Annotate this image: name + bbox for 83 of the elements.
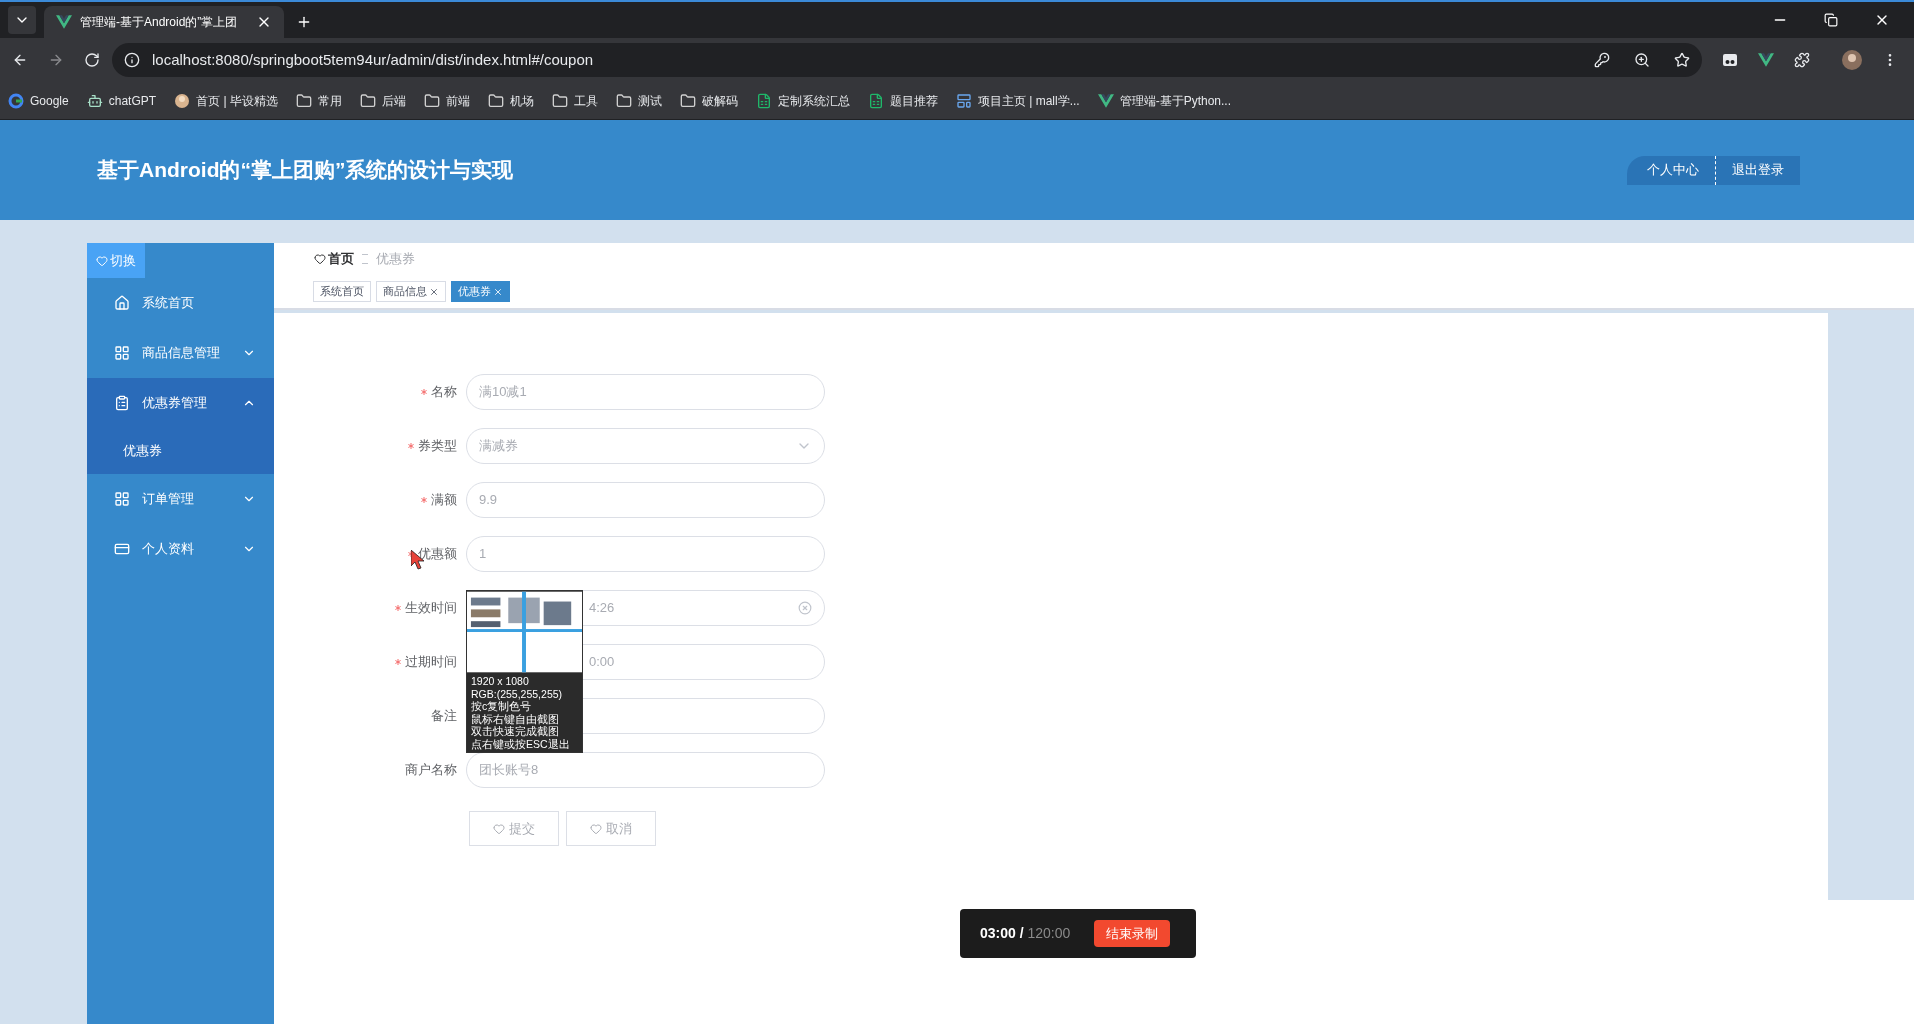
restore-icon[interactable] [1824,13,1838,27]
vue-logo-icon [1758,52,1774,68]
field-label: 券类型 [418,437,457,456]
stop-recording-button[interactable]: 结束录制 [1094,920,1171,947]
heart-icon [314,253,326,265]
bookmark[interactable]: Google [8,91,69,110]
site-info-icon[interactable] [124,52,140,68]
header-button[interactable]: 个人中心 [1627,155,1715,185]
spreadsheet-icon [867,92,884,109]
zoom-icon[interactable] [1634,52,1650,68]
folder-icon [487,92,504,109]
bookmark[interactable]: 测试 [615,91,662,110]
clipboard-icon [114,395,130,411]
grid-icon [114,491,130,507]
sidebar-item[interactable]: 商品信息管理 [87,328,274,378]
folder-icon [295,92,312,109]
field-label: 商户名称 [405,761,457,780]
bookmark[interactable]: 管理端-基于Python... [1097,91,1231,110]
field-label: 名称 [431,383,457,402]
field-label: 满额 [431,491,457,510]
sidebar-item[interactable]: 个人资料 [87,524,274,574]
reload-icon[interactable] [84,52,100,68]
key-icon[interactable] [1594,52,1610,68]
google-icon [8,92,24,109]
breadcrumb-item[interactable]: 首页 [314,249,354,269]
grid-icon [114,345,130,361]
heart-icon [96,254,108,267]
bookmark[interactable]: 破解码 [679,91,738,110]
tool-hint: 双击快速完成截图 [471,725,560,738]
sidebar-item[interactable]: 优惠券管理 [87,378,274,428]
page-tab[interactable]: 系统首页 [313,281,371,302]
page-tab[interactable]: 优惠券 [451,281,510,302]
tool-hint: RGB:(255,255,255) [471,687,564,700]
bot-icon [86,92,103,109]
avatar-icon[interactable] [1842,50,1862,70]
folder-icon [551,92,568,109]
spreadsheet-icon [755,92,772,109]
sidebar-item[interactable]: 订单管理 [87,474,274,524]
star-icon[interactable] [1674,52,1690,68]
tab-list-button[interactable] [8,6,36,34]
folder-icon [423,92,440,109]
back-icon[interactable] [12,52,28,68]
page-tab[interactable]: 商品信息 [376,281,446,302]
extension-icon[interactable] [1722,52,1738,68]
card-icon [114,541,130,557]
heart-icon [493,822,505,835]
folder-icon [359,92,376,109]
field-label: 过期时间 [405,653,457,672]
bookmark[interactable]: 常用 [295,91,342,110]
bookmark[interactable]: 前端 [423,91,470,110]
elapsed-time: 03:00 / [980,925,1024,941]
folder-icon [615,92,632,109]
field-label: 备注 [431,707,457,726]
field-label: 优惠额 [418,545,457,564]
bookmark[interactable]: 首页 | 毕设精选 [174,91,278,110]
time-limit: 120:00 [1027,925,1071,941]
new-tab-icon[interactable] [296,14,312,30]
home-icon [114,295,130,311]
field-label: 生效时间 [405,599,457,618]
bookmark[interactable]: 定制系统汇总 [755,91,850,110]
bookmark[interactable]: 机场 [487,91,534,110]
folder-icon [679,92,696,109]
heart-icon [590,822,602,835]
page-icon [955,92,972,109]
address-bar[interactable]: localhost:8080/springboot5tem94ur/admin/dist/index.html#/coupon [112,43,1702,77]
vue-logo-icon [1097,92,1114,109]
vue-logo-icon [56,14,72,30]
bookmark[interactable]: 后端 [359,91,406,110]
bookmark[interactable]: chatGPT [86,91,157,110]
header-button[interactable]: 退出登录 [1715,155,1800,185]
tool-hint: 鼠标右键自由截图 [471,712,560,725]
forward-icon[interactable] [48,52,64,68]
bookmark[interactable]: 工具 [551,91,598,110]
bookmark[interactable]: 项目主页 | mall学... [955,91,1080,110]
avatar-icon [174,92,191,109]
extensions-icon[interactable] [1794,52,1810,68]
bookmark[interactable]: 题目推荐 [867,91,938,110]
browser-tab[interactable]: 管理端-基于Android的”掌上团 [44,6,284,38]
sidebar-item[interactable]: 系统首页 [87,278,274,328]
tool-hint: 按c复制色号 [471,700,533,713]
separator-icon [362,254,368,264]
app-title: 基于Android的“掌上团购”系统的设计与实现 [97,157,515,184]
tool-hint: 点右键或按ESC退出 [471,737,571,750]
